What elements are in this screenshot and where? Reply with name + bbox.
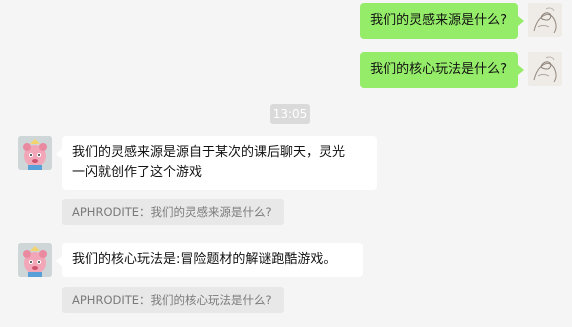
pink-character-icon [18,136,52,170]
message-text-line: 我们的灵感来源是源自于某次的课后聊天，灵光 [72,145,346,160]
user-avatar[interactable] [528,52,562,86]
user-avatar[interactable] [528,3,562,37]
outgoing-message-bubble[interactable]: 我们的灵感来源是什么? [360,3,524,39]
outgoing-message-bubble[interactable]: 我们的核心玩法是什么? [360,52,524,88]
outgoing-message-row: 我们的核心玩法是什么? [360,52,562,88]
message-text-line: 我们的核心玩法是:冒险题材的解谜跑酷游戏。 [72,252,337,267]
incoming-message-row: 我们的灵感来源是源自于某次的课后聊天，灵光 一闪就创作了这个游戏 [18,136,377,190]
incoming-message-bubble[interactable]: 我们的灵感来源是源自于某次的课后聊天，灵光 一闪就创作了这个游戏 [56,136,377,190]
quoted-message[interactable]: APHRODITE：我们的核心玩法是什么? [62,287,284,313]
bot-avatar[interactable] [18,243,52,277]
chat-window: 我们的灵感来源是什么? 我们的核心玩法是什么? 13:05 我们的灵感来源是源自… [0,0,572,327]
sketch-figure-icon [528,52,562,86]
incoming-message-row: 我们的核心玩法是:冒险题材的解谜跑酷游戏。 [18,243,363,277]
incoming-message-bubble[interactable]: 我们的核心玩法是:冒险题材的解谜跑酷游戏。 [56,243,363,277]
outgoing-message-row: 我们的灵感来源是什么? [360,3,562,39]
sketch-figure-icon [528,3,562,37]
pink-character-icon [18,243,52,277]
message-text-line: 一闪就创作了这个游戏 [72,165,203,180]
bot-avatar[interactable] [18,136,52,170]
quoted-message[interactable]: APHRODITE：我们的灵感来源是什么? [62,199,284,225]
time-divider: 13:05 [270,104,310,124]
